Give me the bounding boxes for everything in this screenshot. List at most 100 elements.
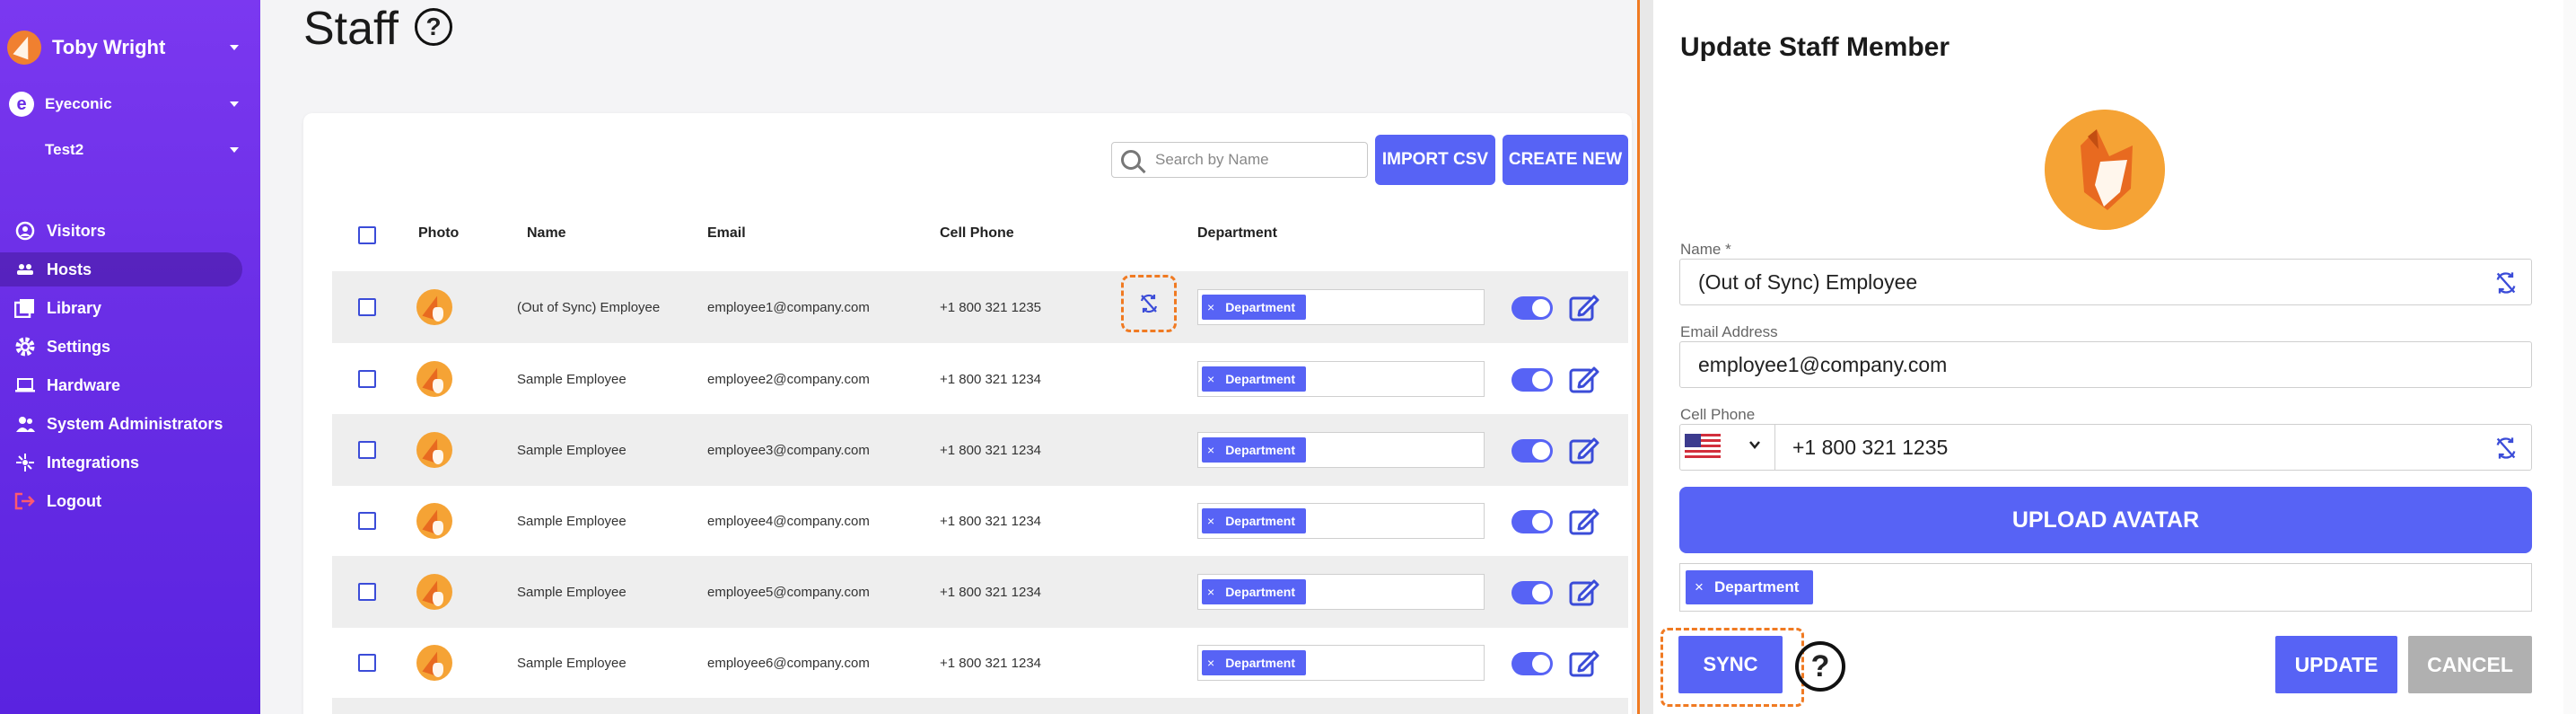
remove-tag-icon[interactable]: × — [1207, 656, 1214, 670]
nav-integrations[interactable]: Integrations — [0, 445, 242, 480]
active-toggle[interactable] — [1511, 296, 1553, 320]
edit-icon[interactable] — [1569, 365, 1599, 393]
table-row[interactable]: Sample Employee employee3@company.com +1… — [332, 414, 1628, 486]
laptop-icon — [14, 375, 36, 396]
nav-settings[interactable]: Settings — [0, 330, 242, 364]
remove-tag-icon[interactable]: × — [1695, 578, 1704, 596]
nav-hosts[interactable]: Hosts — [0, 252, 242, 286]
row-checkbox[interactable] — [358, 512, 376, 530]
department-tag[interactable]: × Department — [1202, 295, 1306, 320]
name-field[interactable]: (Out of Sync) Employee — [1679, 259, 2532, 305]
department-field[interactable]: × Department — [1197, 361, 1485, 397]
department-tag[interactable]: × Department — [1202, 579, 1306, 604]
remove-tag-icon[interactable]: × — [1207, 443, 1214, 457]
us-flag-icon[interactable] — [1685, 434, 1721, 461]
sync-button[interactable]: SYNC — [1678, 636, 1783, 693]
org-logo-icon: e — [9, 92, 34, 117]
department-field[interactable]: × Department — [1197, 574, 1485, 610]
department-field[interactable]: × Department — [1197, 503, 1485, 539]
row-checkbox[interactable] — [358, 441, 376, 459]
create-new-button[interactable]: CREATE NEW — [1503, 135, 1628, 185]
nav-library[interactable]: Library — [0, 291, 242, 325]
nav-visitors[interactable]: Visitors — [0, 214, 242, 248]
integrations-icon — [14, 452, 36, 473]
caret-down-icon — [230, 101, 239, 107]
department-tag[interactable]: × Department — [1202, 366, 1306, 392]
edit-icon[interactable] — [1569, 436, 1599, 464]
nav-label: System Administrators — [47, 414, 223, 433]
row-checkbox[interactable] — [358, 583, 376, 601]
department-field[interactable]: × Department — [1197, 432, 1485, 468]
logout-icon — [14, 490, 36, 512]
remove-tag-icon[interactable]: × — [1207, 300, 1214, 314]
department-tag[interactable]: × Department — [1202, 508, 1306, 533]
upload-avatar-button[interactable]: UPLOAD AVATAR — [1679, 487, 2532, 553]
hosts-icon — [14, 259, 36, 280]
edit-icon[interactable] — [1569, 507, 1599, 535]
row-email: employee1@company.com — [707, 299, 870, 315]
remove-tag-icon[interactable]: × — [1207, 372, 1214, 386]
table-row[interactable]: (Out of Sync) Employee employee1@company… — [332, 271, 1628, 343]
department-field[interactable]: × Department — [1197, 645, 1485, 681]
org-selector[interactable]: e Eyeconic — [0, 86, 260, 122]
user-menu[interactable]: Toby Wright — [0, 27, 260, 68]
department-tag[interactable]: × Department — [1202, 650, 1306, 675]
avatar — [416, 289, 452, 325]
org-name: Eyeconic — [45, 95, 112, 112]
edit-icon[interactable] — [1569, 648, 1599, 677]
row-name: Sample Employee — [517, 584, 626, 600]
country-code-divider — [1774, 424, 1775, 471]
department-field[interactable]: × Department — [1679, 563, 2532, 612]
row-checkbox[interactable] — [358, 298, 376, 316]
department-tag[interactable]: × Department — [1202, 437, 1306, 463]
table-row[interactable]: Sample Employee employee2@company.com +1… — [332, 343, 1628, 415]
row-checkbox[interactable] — [358, 370, 376, 388]
column-header-photo: Photo — [418, 225, 460, 241]
remove-tag-icon[interactable]: × — [1207, 585, 1214, 599]
help-icon[interactable]: ? — [1795, 641, 1845, 692]
department-field[interactable]: × Department — [1197, 289, 1485, 325]
column-header-department: Department — [1197, 225, 1277, 241]
email-field[interactable]: employee1@company.com — [1679, 341, 2532, 388]
sidebar: Toby Wright e Eyeconic Test2 Visitors Ho… — [0, 0, 260, 714]
remove-tag-icon[interactable]: × — [1207, 514, 1214, 528]
fox-avatar-icon — [2045, 110, 2165, 230]
modal-title: Update Staff Member — [1680, 32, 1950, 62]
nav-label: Settings — [47, 337, 111, 356]
search-input[interactable] — [1155, 151, 1353, 169]
avatar — [416, 574, 452, 610]
table-row[interactable]: Sample Employee employee5@company.com +1… — [332, 556, 1628, 628]
phone-field[interactable]: +1 800 321 1235 — [1679, 424, 2532, 471]
cancel-button[interactable]: CANCEL — [2408, 636, 2532, 693]
row-name: (Out of Sync) Employee — [517, 299, 661, 315]
table-row[interactable]: Sample Employee employee4@company.com +1… — [332, 485, 1628, 557]
row-name: Sample Employee — [517, 655, 626, 671]
edit-icon[interactable] — [1569, 577, 1599, 606]
row-checkbox[interactable] — [358, 654, 376, 672]
search-icon — [1121, 150, 1141, 170]
out-of-sync-indicator[interactable] — [1121, 275, 1177, 332]
sync-off-icon[interactable] — [2493, 436, 2519, 461]
active-toggle[interactable] — [1511, 652, 1553, 675]
active-toggle[interactable] — [1511, 510, 1553, 533]
update-button[interactable]: UPDATE — [2275, 636, 2397, 693]
admins-icon — [14, 413, 36, 435]
active-toggle[interactable] — [1511, 581, 1553, 604]
table-row[interactable]: Sample Employee employee6@company.com +1… — [332, 627, 1628, 699]
chevron-down-icon[interactable] — [1748, 438, 1761, 451]
nav-system-administrators[interactable]: System Administrators — [0, 407, 242, 441]
nav-hardware[interactable]: Hardware — [0, 368, 242, 402]
help-icon[interactable]: ? — [415, 8, 452, 46]
background-strip — [2563, 0, 2576, 714]
active-toggle[interactable] — [1511, 368, 1553, 392]
edit-icon[interactable] — [1569, 293, 1599, 322]
select-all-checkbox[interactable] — [358, 226, 376, 244]
sync-off-icon[interactable] — [2493, 270, 2519, 295]
nav-label: Hosts — [47, 260, 92, 278]
location-selector[interactable]: Test2 — [0, 132, 260, 168]
nav-logout[interactable]: Logout — [0, 484, 242, 518]
active-toggle[interactable] — [1511, 439, 1553, 463]
department-tag[interactable]: × Department — [1686, 570, 1814, 604]
import-csv-button[interactable]: IMPORT CSV — [1375, 135, 1495, 185]
nav-label: Hardware — [47, 375, 121, 394]
